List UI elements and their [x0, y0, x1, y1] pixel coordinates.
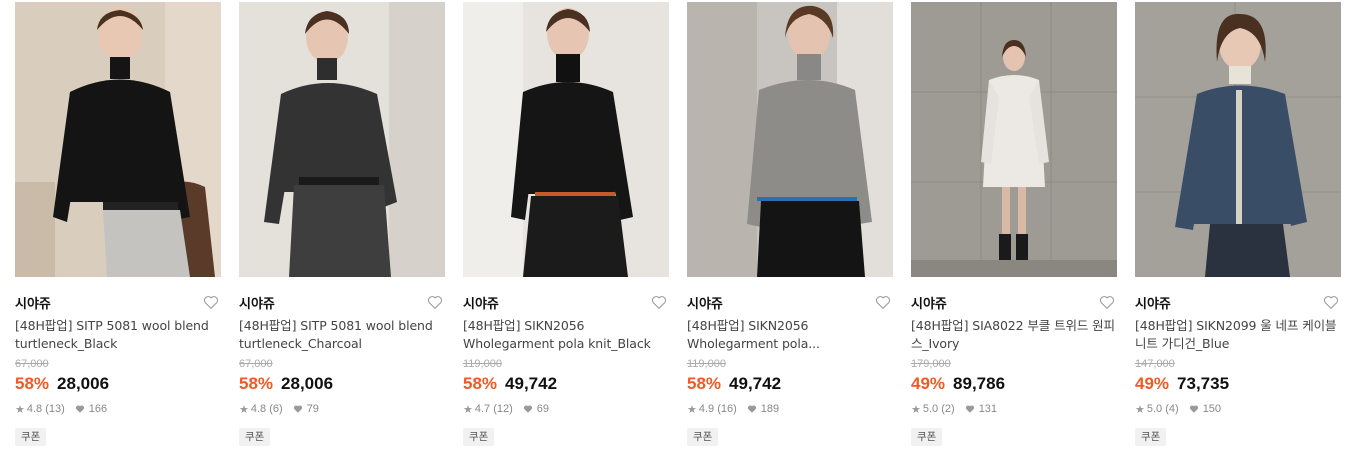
- product-name[interactable]: [48H팝업] SIKN2056 Wholegarment pola knit_…: [463, 317, 669, 353]
- heart-icon[interactable]: [650, 293, 668, 311]
- heart-icon[interactable]: [1322, 293, 1340, 311]
- sale-price: 49,742: [505, 374, 558, 393]
- brand-name[interactable]: 시야쥬: [687, 293, 723, 312]
- star-icon: ★: [15, 403, 25, 416]
- sale-price: 89,786: [953, 374, 1006, 393]
- original-price: 179,000: [911, 358, 951, 370]
- product-card[interactable]: 시야쥬 [48H팝업] SIKN2099 울 네프 케이블 니트 가디건_Blu…: [1135, 2, 1341, 446]
- review-count: (13): [45, 403, 65, 415]
- discount-rate: 49%: [1135, 374, 1170, 393]
- heart-icon[interactable]: [874, 293, 892, 311]
- sale-price: 28,006: [281, 374, 334, 393]
- rating: 4.8: [26, 403, 43, 415]
- product-name[interactable]: [48H팝업] SIA8022 부클 트위드 원피스_Ivory: [911, 317, 1117, 353]
- like-count: 166: [88, 403, 108, 415]
- discount-rate: 58%: [15, 374, 50, 393]
- product-grid: 시야쥬 [48H팝업] SITP 5081 wool blend turtlen…: [0, 0, 1345, 468]
- heart-filled-icon: [965, 404, 975, 414]
- like-count: 69: [536, 403, 550, 415]
- product-card[interactable]: 시야쥬 [48H팝업] SIKN2056 Wholegarment pola..…: [687, 2, 893, 446]
- product-image[interactable]: [239, 2, 445, 277]
- original-price: 119,000: [463, 358, 502, 370]
- review-count: (4): [1165, 403, 1179, 415]
- coupon-badge: 쿠폰: [1135, 428, 1167, 446]
- star-icon: ★: [911, 403, 921, 416]
- discount-rate: 58%: [239, 374, 274, 393]
- product-name[interactable]: [48H팝업] SIKN2099 울 네프 케이블 니트 가디건_Blue: [1135, 317, 1341, 353]
- product-image[interactable]: [911, 2, 1117, 277]
- product-image[interactable]: [687, 2, 893, 277]
- product-name[interactable]: [48H팝업] SITP 5081 wool blend turtleneck_…: [15, 317, 221, 353]
- coupon-badge: 쿠폰: [239, 428, 271, 446]
- brand-name[interactable]: 시야쥬: [239, 293, 275, 312]
- star-icon: ★: [1135, 403, 1145, 416]
- like-count: 189: [760, 403, 780, 415]
- product-image[interactable]: [15, 2, 221, 277]
- star-icon: ★: [687, 403, 697, 416]
- like-count: 131: [978, 403, 998, 415]
- sale-price: 28,006: [57, 374, 110, 393]
- discount-rate: 49%: [911, 374, 946, 393]
- discount-rate: 58%: [687, 374, 722, 393]
- original-price: 147,000: [1135, 358, 1175, 370]
- rating: 5.0: [922, 403, 939, 415]
- heart-icon[interactable]: [426, 293, 444, 311]
- product-card[interactable]: 시야쥬 [48H팝업] SITP 5081 wool blend turtlen…: [15, 2, 221, 446]
- discount-rate: 58%: [463, 374, 498, 393]
- brand-name[interactable]: 시야쥬: [1135, 293, 1171, 312]
- coupon-badge: 쿠폰: [687, 428, 719, 446]
- heart-filled-icon: [747, 404, 757, 414]
- star-icon: ★: [463, 403, 473, 416]
- heart-icon[interactable]: [202, 293, 220, 311]
- brand-name[interactable]: 시야쥬: [911, 293, 947, 312]
- heart-filled-icon: [293, 404, 303, 414]
- review-count: (6): [269, 403, 283, 415]
- product-image[interactable]: [1135, 2, 1341, 277]
- star-icon: ★: [239, 403, 249, 416]
- like-count: 150: [1202, 403, 1222, 415]
- original-price: 119,000: [687, 358, 726, 370]
- product-name[interactable]: [48H팝업] SIKN2056 Wholegarment pola...: [687, 317, 893, 353]
- rating: 5.0: [1146, 403, 1163, 415]
- product-name[interactable]: [48H팝업] SITP 5081 wool blend turtleneck_…: [239, 317, 445, 353]
- review-count: (12): [493, 403, 513, 415]
- original-price: 67,000: [239, 358, 273, 370]
- rating: 4.7: [474, 403, 491, 415]
- rating: 4.9: [698, 403, 715, 415]
- coupon-badge: 쿠폰: [15, 428, 47, 446]
- product-card[interactable]: 시야쥬 [48H팝업] SIA8022 부클 트위드 원피스_Ivory 179…: [911, 2, 1117, 446]
- rating: 4.8: [250, 403, 267, 415]
- sale-price: 49,742: [729, 374, 782, 393]
- review-count: (16): [717, 403, 737, 415]
- product-card[interactable]: 시야쥬 [48H팝업] SIKN2056 Wholegarment pola k…: [463, 2, 669, 446]
- original-price: 67,000: [15, 358, 49, 370]
- review-count: (2): [941, 403, 955, 415]
- sale-price: 73,735: [1177, 374, 1230, 393]
- brand-name[interactable]: 시야쥬: [463, 293, 499, 312]
- heart-filled-icon: [1189, 404, 1199, 414]
- product-card[interactable]: 시야쥬 [48H팝업] SITP 5081 wool blend turtlen…: [239, 2, 445, 446]
- product-image[interactable]: [463, 2, 669, 277]
- coupon-badge: 쿠폰: [463, 428, 495, 446]
- heart-filled-icon: [523, 404, 533, 414]
- heart-filled-icon: [75, 404, 85, 414]
- brand-name[interactable]: 시야쥬: [15, 293, 51, 312]
- heart-icon[interactable]: [1098, 293, 1116, 311]
- coupon-badge: 쿠폰: [911, 428, 943, 446]
- like-count: 79: [306, 403, 319, 415]
